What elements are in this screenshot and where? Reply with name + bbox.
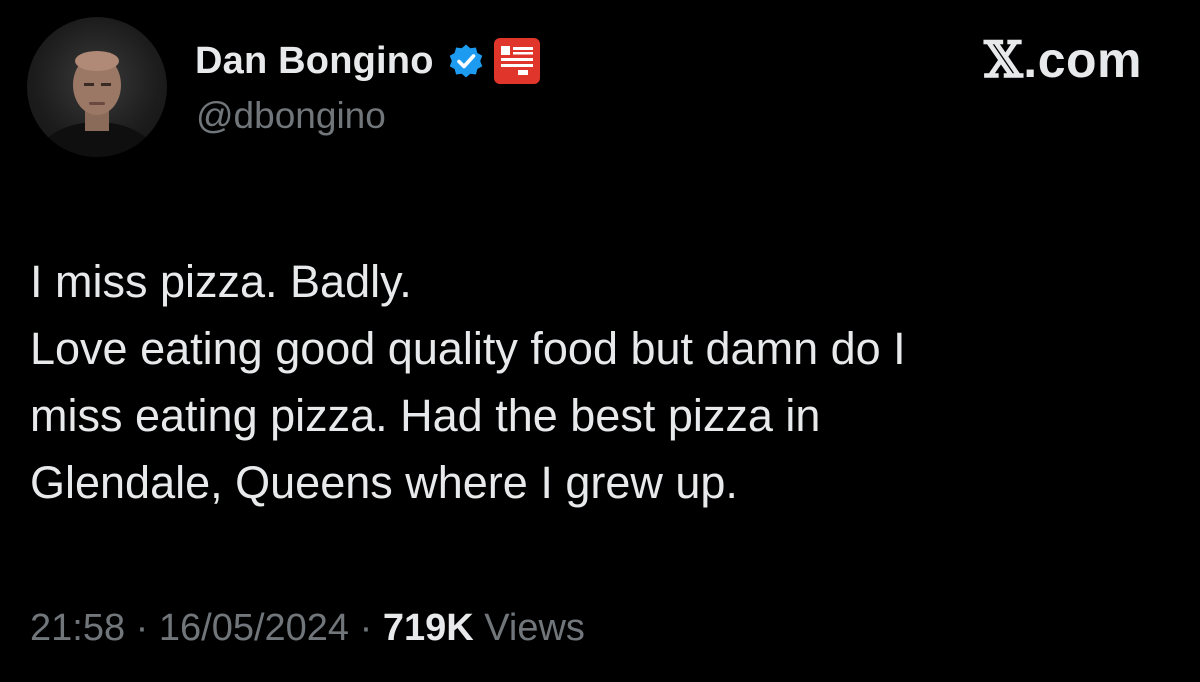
author-name-row: Dan Bongino <box>195 36 540 86</box>
tweet-text-line: Love eating good quality food but damn d… <box>30 323 906 374</box>
meta-separator: · <box>135 607 149 649</box>
author-handle[interactable]: @dbongino <box>196 95 386 137</box>
x-com-watermark: 𝕏.com <box>984 30 1142 89</box>
tweet-text: I miss pizza. Badly. Love eating good qu… <box>30 248 1150 516</box>
views-count[interactable]: 719K <box>383 607 474 649</box>
brand-suffix: .com <box>1023 32 1142 88</box>
tweet-text-line: miss eating pizza. Had the best pizza in <box>30 390 821 441</box>
avatar[interactable] <box>27 17 167 157</box>
tweet-metadata: 21:58 · 16/05/2024 · 719K Views <box>30 607 585 650</box>
meta-separator: · <box>359 607 373 649</box>
x-logo-icon: 𝕏 <box>984 30 1024 89</box>
tweet-date[interactable]: 16/05/2024 <box>159 607 349 649</box>
tweet-text-line: Glendale, Queens where I grew up. <box>30 457 738 508</box>
verified-badge-icon <box>448 43 484 79</box>
views-label: Views <box>484 607 585 649</box>
tweet-card: Dan Bongino @dbongino 𝕏.com I miss pizza… <box>0 0 1200 682</box>
affiliate-badge-icon[interactable] <box>493 38 540 84</box>
avatar-portrait-icon <box>35 51 159 157</box>
author-display-name[interactable]: Dan Bongino <box>195 40 434 83</box>
tweet-text-line: I miss pizza. Badly. <box>30 256 412 307</box>
tweet-time[interactable]: 21:58 <box>30 607 125 649</box>
